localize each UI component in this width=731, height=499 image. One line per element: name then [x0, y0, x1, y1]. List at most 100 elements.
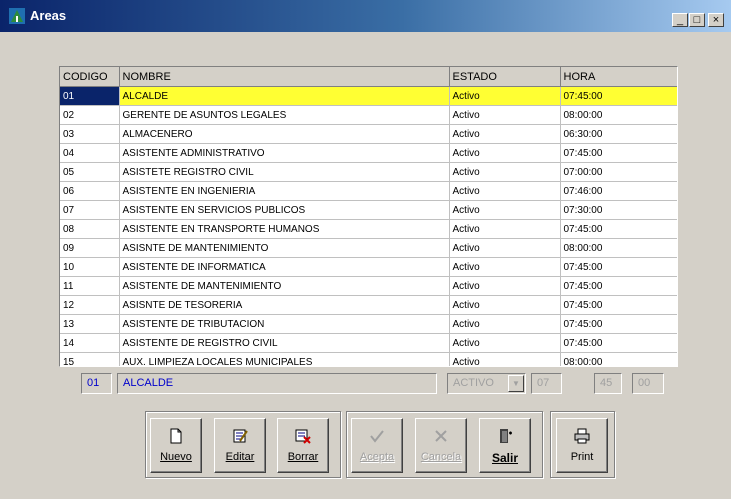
table-row[interactable]: 06 ASISTENTE EN INGENIERIA Activo 07:46:00	[60, 181, 677, 201]
salir-label: Salir	[491, 451, 518, 465]
codigo-cell[interactable]: 01	[60, 86, 120, 106]
hora-cell[interactable]: 06:30:00	[560, 124, 677, 144]
table-row[interactable]: 13 ASISTENTE DE TRIBUTACION Activo 07:45:00	[60, 314, 677, 334]
hora-cell[interactable]: 07:45:00	[560, 219, 677, 239]
table-row[interactable]: 03 ALMACENERO Activo 06:30:00	[60, 124, 677, 144]
estado-cell[interactable]: Activo	[449, 257, 561, 277]
nombre-cell[interactable]: ASISTENTE DE REGISTRO CIVIL	[119, 333, 450, 353]
editar-button[interactable]: Editar	[214, 418, 266, 473]
hora-cell[interactable]: 07:45:00	[560, 333, 677, 353]
table-row[interactable]: 08 ASISTENTE EN TRANSPORTE HUMANOS Activo 0…	[60, 219, 677, 239]
print-button[interactable]: Print	[556, 418, 608, 473]
maximize-button[interactable]: □	[689, 13, 705, 27]
nombre-cell[interactable]: ASISTENTE DE INFORMATICA	[119, 257, 450, 277]
hora-cell[interactable]: 08:00:00	[560, 238, 677, 258]
app-icon	[9, 8, 25, 24]
codigo-cell[interactable]: 15	[60, 352, 120, 366]
hora-cell[interactable]: 07:30:00	[560, 200, 677, 220]
hora-cell[interactable]: 07:45:00	[560, 143, 677, 163]
table-row[interactable]: 09 ASISNTE DE MANTENIMIENTO Activo 08:00:00	[60, 238, 677, 258]
column-header-nombre[interactable]: NOMBRE	[119, 67, 450, 87]
codigo-cell[interactable]: 03	[60, 124, 120, 144]
hora-cell[interactable]: 07:45:00	[560, 295, 677, 315]
nombre-cell[interactable]: AUX. LIMPIEZA LOCALES MUNICIPALES	[119, 352, 450, 366]
table-row[interactable]: 12 ASISNTE DE TESORERIA Activo 07:45:00	[60, 295, 677, 315]
hora-cell[interactable]: 07:45:00	[560, 257, 677, 277]
nombre-cell[interactable]: ASISNTE DE TESORERIA	[119, 295, 450, 315]
estado-cell[interactable]: Activo	[449, 181, 561, 201]
nombre-cell[interactable]: ASISTENTE EN INGENIERIA	[119, 181, 450, 201]
nombre-cell[interactable]: ASISTENTE EN SERVICIOS PUBLICOS	[119, 200, 450, 220]
nuevo-button[interactable]: Nuevo	[150, 418, 202, 473]
nombre-cell[interactable]: GERENTE DE ASUNTOS LEGALES	[119, 105, 450, 125]
estado-cell[interactable]: Activo	[449, 162, 561, 182]
codigo-cell[interactable]: 12	[60, 295, 120, 315]
nombre-field[interactable]: ALCALDE	[117, 373, 437, 394]
acepta-button[interactable]: Acepta	[351, 418, 403, 473]
codigo-cell[interactable]: 02	[60, 105, 120, 125]
column-header-estado[interactable]: ESTADO	[449, 67, 561, 87]
close-button[interactable]: ×	[708, 13, 724, 27]
estado-cell[interactable]: Activo	[449, 143, 561, 163]
hora-seconds-field[interactable]: 00	[632, 373, 664, 394]
nombre-cell[interactable]: ASISTENTE DE TRIBUTACION	[119, 314, 450, 334]
codigo-cell[interactable]: 10	[60, 257, 120, 277]
hora-cell[interactable]: 07:00:00	[560, 162, 677, 182]
table-row[interactable]: 15 AUX. LIMPIEZA LOCALES MUNICIPALES Activ…	[60, 352, 677, 366]
codigo-cell[interactable]: 09	[60, 238, 120, 258]
codigo-cell[interactable]: 14	[60, 333, 120, 353]
estado-cell[interactable]: Activo	[449, 200, 561, 220]
nombre-cell[interactable]: ASISTENTE ADMINISTRATIVO	[119, 143, 450, 163]
hora-cell[interactable]: 08:00:00	[560, 352, 677, 366]
estado-cell[interactable]: Activo	[449, 238, 561, 258]
table-row[interactable]: 01 ALCALDE Activo 07:45:00	[60, 86, 677, 106]
estado-cell[interactable]: Activo	[449, 105, 561, 125]
estado-cell[interactable]: Activo	[449, 352, 561, 366]
cancela-button[interactable]: Cancela	[415, 418, 467, 473]
hora-cell[interactable]: 07:45:00	[560, 314, 677, 334]
table-row[interactable]: 11 ASISTENTE DE MANTENIMIENTO Activo 07:45:…	[60, 276, 677, 296]
estado-cell[interactable]: Activo	[449, 314, 561, 334]
table-row[interactable]: 02 GERENTE DE ASUNTOS LEGALES Activo 08:00:…	[60, 105, 677, 125]
areas-grid[interactable]: CODIGO NOMBRE ESTADO HORA 01 ALCALDE Activ…	[59, 66, 678, 367]
hora-cell[interactable]: 07:45:00	[560, 276, 677, 296]
codigo-field[interactable]: 01	[81, 373, 112, 394]
nombre-cell[interactable]: ASISTENTE DE MANTENIMIENTO	[119, 276, 450, 296]
codigo-cell[interactable]: 04	[60, 143, 120, 163]
minimize-button[interactable]: _	[672, 13, 688, 27]
hora-minutes-field[interactable]: 45	[594, 373, 622, 394]
codigo-cell[interactable]: 11	[60, 276, 120, 296]
table-row[interactable]: 14 ASISTENTE DE REGISTRO CIVIL Activo 07:45…	[60, 333, 677, 353]
table-row[interactable]: 04 ASISTENTE ADMINISTRATIVO Activo 07:45:00	[60, 143, 677, 163]
codigo-cell[interactable]: 13	[60, 314, 120, 334]
column-header-hora[interactable]: HORA	[560, 67, 677, 87]
nombre-cell[interactable]: ASISTETE REGISTRO CIVIL	[119, 162, 450, 182]
hora-hours-field[interactable]: 07	[531, 373, 562, 394]
estado-cell[interactable]: Activo	[449, 86, 561, 106]
salir-button[interactable]: Salir	[479, 418, 531, 473]
estado-cell[interactable]: Activo	[449, 295, 561, 315]
codigo-cell[interactable]: 08	[60, 219, 120, 239]
estado-cell[interactable]: Activo	[449, 124, 561, 144]
nombre-cell[interactable]: ALMACENERO	[119, 124, 450, 144]
hora-cell[interactable]: 08:00:00	[560, 105, 677, 125]
column-header-codigo[interactable]: CODIGO	[60, 67, 120, 87]
estado-select[interactable]: ACTIVO ▼	[447, 373, 526, 394]
chevron-down-icon[interactable]: ▼	[508, 375, 524, 392]
edit-icon	[233, 429, 248, 443]
hora-cell[interactable]: 07:45:00	[560, 86, 677, 106]
estado-cell[interactable]: Activo	[449, 333, 561, 353]
borrar-button[interactable]: Borrar	[277, 418, 329, 473]
estado-cell[interactable]: Activo	[449, 219, 561, 239]
nombre-cell[interactable]: ASISNTE DE MANTENIMIENTO	[119, 238, 450, 258]
hora-cell[interactable]: 07:46:00	[560, 181, 677, 201]
codigo-cell[interactable]: 06	[60, 181, 120, 201]
table-row[interactable]: 05 ASISTETE REGISTRO CIVIL Activo 07:00:00	[60, 162, 677, 182]
codigo-cell[interactable]: 05	[60, 162, 120, 182]
estado-cell[interactable]: Activo	[449, 276, 561, 296]
nombre-cell[interactable]: ASISTENTE EN TRANSPORTE HUMANOS	[119, 219, 450, 239]
codigo-cell[interactable]: 07	[60, 200, 120, 220]
table-row[interactable]: 07 ASISTENTE EN SERVICIOS PUBLICOS Activo 0…	[60, 200, 677, 220]
nombre-cell[interactable]: ALCALDE	[119, 86, 450, 106]
table-row[interactable]: 10 ASISTENTE DE INFORMATICA Activo 07:45:00	[60, 257, 677, 277]
